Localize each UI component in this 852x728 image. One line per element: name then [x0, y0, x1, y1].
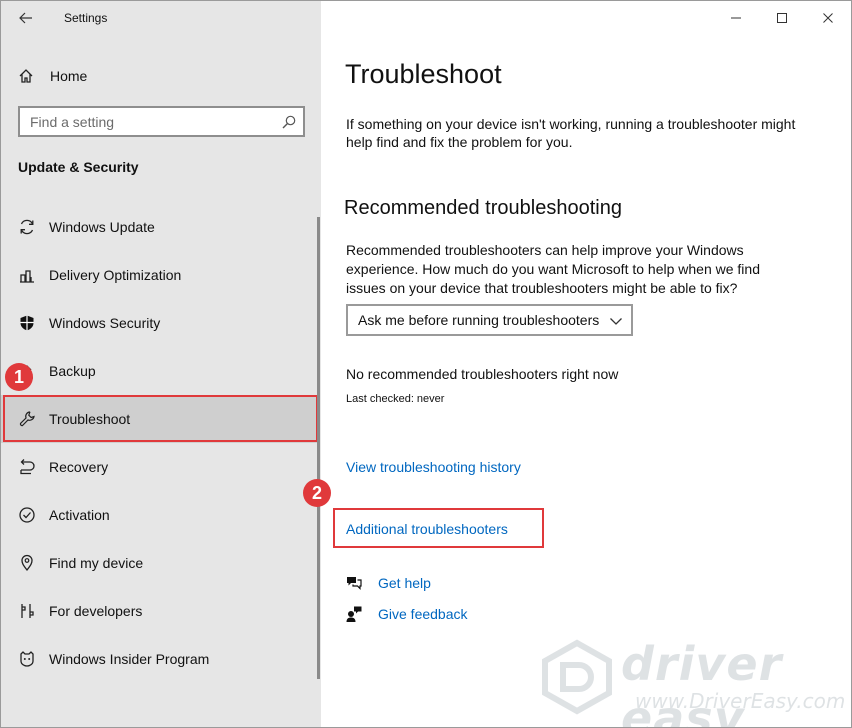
driver-easy-logo-icon	[542, 639, 612, 715]
insider-icon	[17, 649, 37, 669]
annotation-highlight-troubleshoot	[3, 395, 318, 442]
dropdown-value: Ask me before running troubleshooters	[358, 312, 600, 328]
sidebar-item-label: Recovery	[49, 459, 109, 475]
close-icon	[823, 13, 833, 23]
sidebar-item-label: Activation	[49, 507, 110, 523]
sidebar-item-label: Find my device	[49, 555, 144, 571]
sidebar-item-label: Windows Insider Program	[49, 651, 210, 667]
annotation-step-2-badge: 2	[303, 479, 331, 507]
get-help-row[interactable]: Get help	[345, 573, 431, 593]
sidebar-item-label: For developers	[49, 603, 143, 619]
sidebar: Settings Home Update & Security Windows …	[1, 1, 321, 727]
watermark-brand: driver easy	[621, 637, 783, 728]
sidebar-item-windows-update[interactable]: Windows Update	[1, 203, 317, 251]
get-help-link[interactable]: Get help	[378, 575, 431, 591]
search-box[interactable]	[18, 106, 305, 137]
title-bar: Settings	[1, 1, 321, 37]
minimize-icon	[731, 17, 741, 19]
give-feedback-row[interactable]: Give feedback	[345, 604, 468, 624]
minimize-button[interactable]	[713, 1, 759, 35]
sidebar-item-delivery-optimization[interactable]: Delivery Optimization	[1, 251, 317, 299]
recovery-icon	[17, 457, 37, 477]
developer-tools-icon	[17, 601, 37, 621]
back-button[interactable]	[15, 7, 37, 29]
delivery-optimization-icon	[17, 265, 37, 285]
sidebar-item-backup[interactable]: Backup	[1, 347, 317, 395]
maximize-button[interactable]	[759, 1, 805, 35]
additional-troubleshooters-link[interactable]: Additional troubleshooters	[346, 521, 508, 537]
sidebar-item-troubleshoot[interactable]: Troubleshoot	[1, 395, 318, 443]
watermark-url: www.DriverEasy.com	[635, 689, 846, 713]
find-device-icon	[17, 553, 37, 573]
sidebar-item-windows-security[interactable]: Windows Security	[1, 299, 317, 347]
page-title: Troubleshoot	[345, 59, 502, 89]
main-content: Troubleshoot If something on your device…	[303, 1, 851, 727]
view-history-link[interactable]: View troubleshooting history	[346, 459, 521, 475]
sidebar-item-label: Windows Update	[49, 219, 155, 235]
recommended-heading: Recommended troubleshooting	[344, 197, 622, 219]
app-title: Settings	[64, 11, 108, 25]
shield-icon	[17, 313, 37, 333]
sidebar-item-label: Windows Security	[49, 315, 161, 331]
sidebar-nav: Windows Update Delivery Optimization Win…	[1, 203, 318, 683]
driver-easy-watermark: driver easy www.DriverEasy.com	[539, 637, 845, 727]
maximize-icon	[777, 13, 787, 23]
window-controls	[713, 1, 851, 35]
sidebar-item-for-developers[interactable]: For developers	[1, 587, 317, 635]
last-checked-text: Last checked: never	[346, 393, 445, 405]
back-arrow-icon	[19, 12, 32, 24]
sync-icon	[17, 217, 37, 237]
section-title: Update & Security	[18, 159, 139, 175]
chevron-down-icon	[610, 318, 622, 325]
sidebar-item-label: Delivery Optimization	[49, 267, 182, 283]
search-input[interactable]	[30, 113, 270, 130]
home-icon	[17, 67, 35, 85]
close-button[interactable]	[805, 1, 851, 35]
feedback-person-icon	[345, 605, 363, 623]
home-label: Home	[50, 68, 88, 84]
recommended-description: Recommended troubleshooters can help imp…	[346, 242, 760, 296]
checkmark-circle-icon	[17, 505, 37, 525]
annotation-step-1-badge: 1	[5, 363, 33, 391]
recommended-status: No recommended troubleshooters right now	[346, 366, 619, 382]
sidebar-item-recovery[interactable]: Recovery	[1, 443, 317, 491]
sidebar-item-windows-insider-program[interactable]: Windows Insider Program	[1, 635, 317, 683]
sidebar-item-home[interactable]: Home	[17, 64, 87, 88]
troubleshooter-preference-dropdown[interactable]: Ask me before running troubleshooters	[346, 304, 633, 336]
sidebar-item-find-my-device[interactable]: Find my device	[1, 539, 317, 587]
settings-window: Settings Home Update & Security Windows …	[0, 0, 852, 728]
chat-help-icon	[345, 574, 363, 592]
intro-text: If something on your device isn't workin…	[346, 116, 796, 150]
search-icon[interactable]	[281, 114, 297, 130]
give-feedback-link[interactable]: Give feedback	[378, 606, 468, 622]
sidebar-item-activation[interactable]: Activation	[1, 491, 317, 539]
sidebar-scrollbar[interactable]	[317, 217, 320, 679]
sidebar-item-label: Backup	[49, 363, 96, 379]
